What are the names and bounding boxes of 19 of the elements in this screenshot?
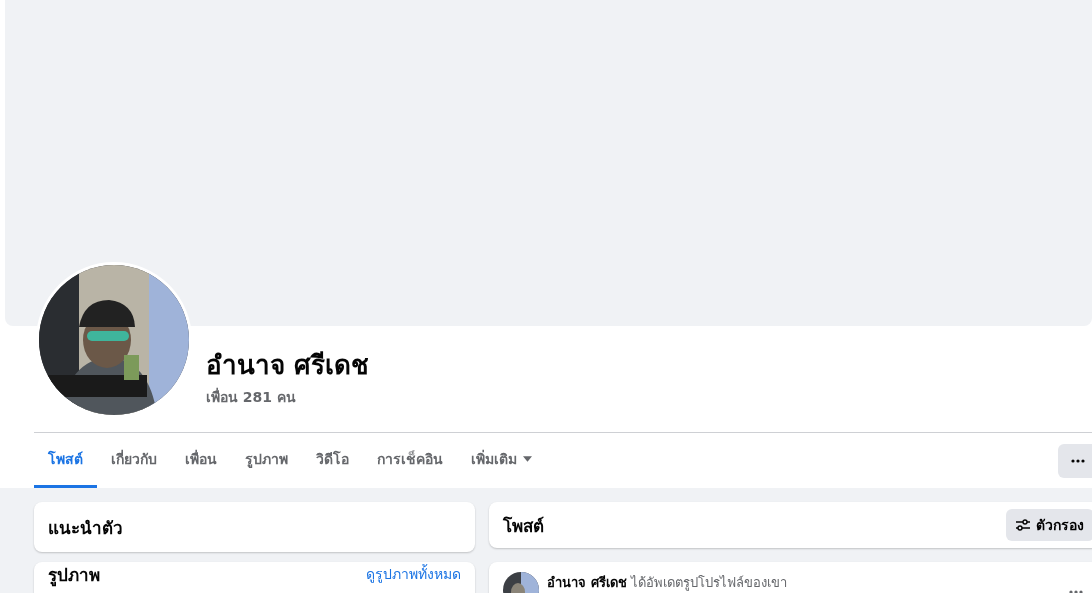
- profile-name: อำนาจ ศรีเดช: [206, 349, 370, 382]
- friend-count[interactable]: เพื่อน 281 คน: [206, 386, 370, 408]
- card-title: รูปภาพ: [48, 565, 100, 585]
- more-icon: [1071, 458, 1085, 463]
- caret-icon: [523, 456, 532, 462]
- post-heading: อำนาจ ศรีเดช ได้อัพเดตรูปโปรไฟล์ของเขา: [547, 574, 788, 593]
- see-all-photos-link[interactable]: ดูรูปภาพทั้งหมด: [366, 565, 461, 583]
- profile-tab[interactable]: เกี่ยวกับ: [97, 433, 171, 488]
- profile-tab[interactable]: วิดีโอ: [302, 433, 363, 488]
- profile-tab[interactable]: เพิ่มเติม: [457, 433, 546, 488]
- profile-tab[interactable]: การเช็คอิน: [363, 433, 457, 488]
- profile-tab[interactable]: เพื่อน: [171, 433, 231, 488]
- more-button[interactable]: [1058, 443, 1092, 478]
- filter-button[interactable]: ตัวกรอง: [1006, 509, 1092, 541]
- card-title: โพสต์: [503, 514, 544, 538]
- more-icon[interactable]: [1069, 590, 1083, 593]
- sliders-icon: [1016, 519, 1030, 531]
- card-title: แนะนำตัว: [48, 516, 123, 540]
- profile-tab[interactable]: รูปภาพ: [231, 433, 302, 488]
